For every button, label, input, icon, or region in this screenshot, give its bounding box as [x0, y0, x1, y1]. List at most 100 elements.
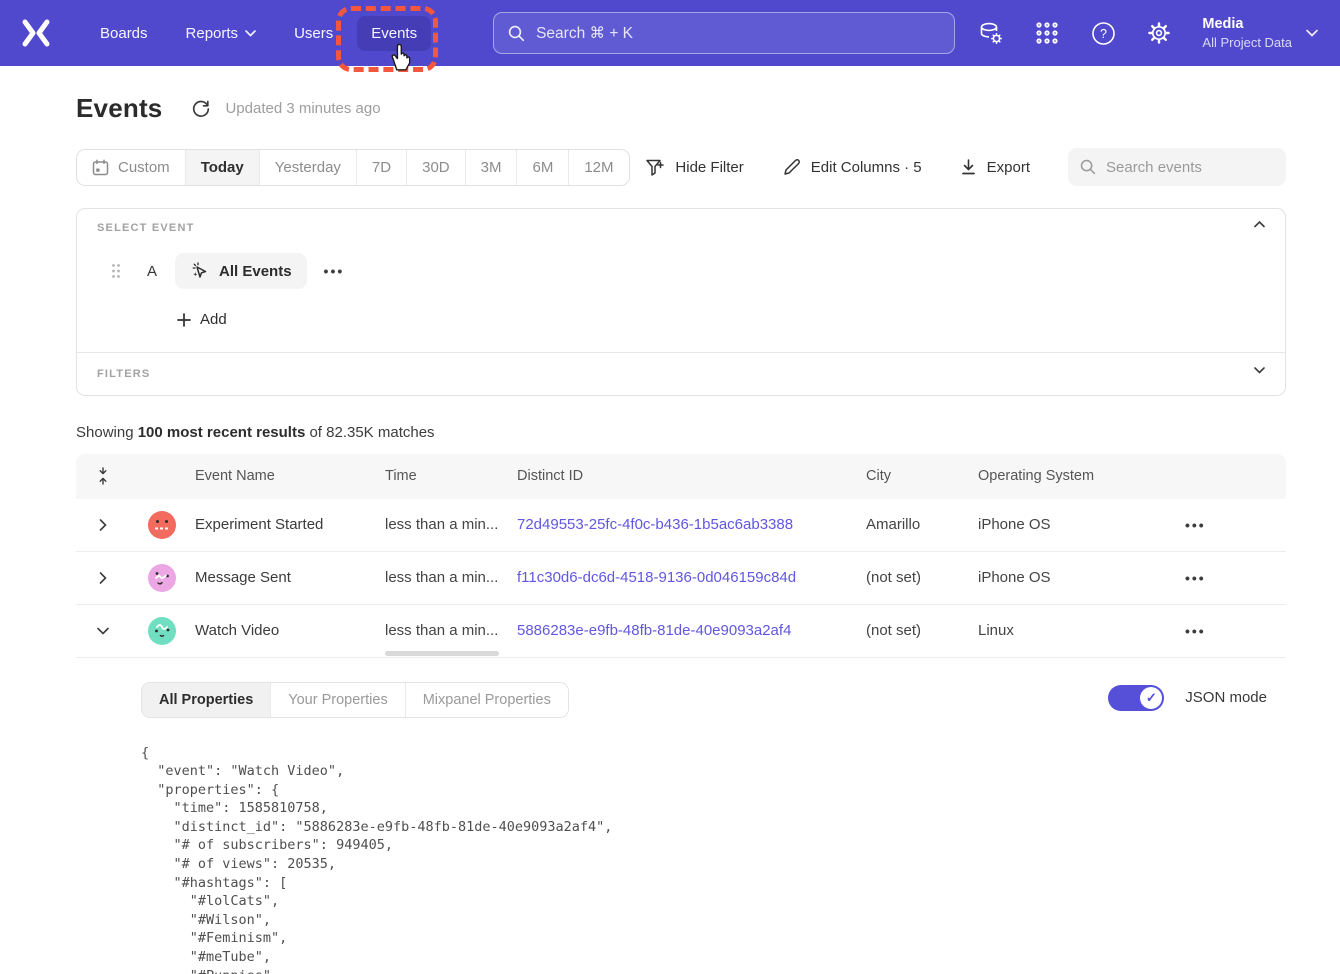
expand-filters-icon[interactable] — [1254, 367, 1265, 374]
collapse-row-icon[interactable] — [76, 627, 130, 635]
date-range-6m[interactable]: 6M — [517, 150, 569, 185]
cell-event-name: Watch Video — [180, 622, 385, 639]
query-builder-panel: SELECT EVENT A — [76, 208, 1286, 396]
date-range-custom-label: Custom — [118, 159, 170, 176]
date-range-6m-label: 6M — [532, 159, 553, 176]
nav-right-group: ? Media All Project Data — [978, 16, 1318, 50]
avatar-face-glyph — [148, 564, 176, 592]
date-range-yesterday[interactable]: Yesterday — [260, 150, 357, 185]
column-header-os[interactable]: Operating System — [978, 468, 1185, 484]
add-event-button[interactable]: Add — [177, 311, 227, 328]
nav-reports[interactable]: Reports — [172, 16, 271, 51]
column-header-distinct-id[interactable]: Distinct ID — [517, 468, 866, 484]
help-icon[interactable]: ? — [1090, 20, 1116, 46]
table-toolbar: Hide Filter Edit Columns · 5 Export — [645, 148, 1286, 186]
edit-columns-label: Edit Columns · 5 — [811, 159, 922, 176]
hide-filter-label: Hide Filter — [675, 159, 743, 176]
global-search-input[interactable]: Search ⌘ + K — [493, 12, 955, 54]
event-pill-label: All Events — [219, 263, 292, 280]
table-row[interactable]: Message Sent less than a min... f11c30d6… — [76, 552, 1286, 605]
page-header: Events Updated 3 minutes ago — [76, 93, 1286, 124]
cell-os: iPhone OS — [978, 516, 1185, 533]
date-range-custom[interactable]: Custom — [77, 150, 186, 185]
collapse-all-icon[interactable] — [76, 467, 130, 485]
search-events-input[interactable]: Search events — [1068, 148, 1286, 186]
cell-city: (not set) — [866, 569, 978, 586]
cell-distinct-id[interactable]: 5886283e-e9fb-48fb-81de-40e9093a2af4 — [517, 622, 866, 639]
export-button[interactable]: Export — [960, 158, 1030, 176]
project-switcher[interactable]: Media All Project Data — [1202, 16, 1318, 50]
horizontal-scrollbar[interactable] — [385, 651, 499, 656]
date-range-30d-label: 30D — [422, 159, 450, 176]
tab-your-properties[interactable]: Your Properties — [271, 683, 405, 717]
nav-events-label: Events — [371, 25, 417, 42]
nav-boards-label: Boards — [100, 25, 148, 42]
main-content: Events Updated 3 minutes ago Custom — [0, 93, 1340, 974]
json-mode-control: ✓ JSON mode — [1108, 685, 1267, 711]
column-header-city[interactable]: City — [866, 468, 978, 484]
json-mode-toggle[interactable]: ✓ — [1108, 685, 1164, 711]
controls-row: Custom Today Yesterday 7D 30D 3M 6M 12M … — [76, 148, 1286, 186]
settings-gear-icon[interactable] — [1146, 20, 1172, 46]
nav-events[interactable]: Events — [357, 16, 431, 51]
row-more-icon[interactable]: ••• — [1185, 570, 1286, 586]
row-more-icon[interactable]: ••• — [1185, 623, 1286, 639]
date-range-30d[interactable]: 30D — [407, 150, 466, 185]
project-name: Media — [1202, 16, 1292, 32]
summary-prefix: Showing — [76, 424, 138, 441]
row-more-icon[interactable]: ••• — [1185, 517, 1286, 533]
filter-plus-icon — [645, 158, 665, 177]
expand-row-icon[interactable] — [76, 519, 130, 531]
cell-time: less than a min... — [385, 622, 517, 639]
select-event-label: SELECT EVENT — [97, 222, 1265, 234]
cell-event-name: Message Sent — [180, 569, 385, 586]
gear-glyph — [1146, 20, 1172, 46]
date-range-today[interactable]: Today — [186, 150, 260, 185]
results-summary: Showing 100 most recent results of 82.35… — [76, 424, 1286, 441]
table-row-expanded[interactable]: Watch Video less than a min... 5886283e-… — [76, 605, 1286, 658]
filters-label: FILTERS — [97, 368, 1265, 380]
nav-users-label: Users — [294, 25, 333, 42]
date-range-7d[interactable]: 7D — [357, 150, 407, 185]
hide-filter-button[interactable]: Hide Filter — [645, 158, 743, 177]
event-json-viewer: { "event": "Watch Video", "properties": … — [141, 744, 1286, 974]
top-navbar: Boards Reports Users Events Search ⌘ + K — [0, 0, 1340, 66]
date-range-12m[interactable]: 12M — [569, 150, 628, 185]
date-range-today-label: Today — [201, 159, 244, 176]
date-range-7d-label: 7D — [372, 159, 391, 176]
properties-tabs: All Properties Your Properties Mixpanel … — [141, 682, 569, 718]
drag-handle-icon[interactable] — [109, 263, 123, 279]
filters-section[interactable]: FILTERS — [77, 352, 1285, 395]
toggle-check-icon: ✓ — [1140, 687, 1162, 709]
search-events-placeholder: Search events — [1106, 159, 1202, 176]
tab-all-properties[interactable]: All Properties — [142, 683, 271, 717]
refresh-glyph — [191, 99, 211, 119]
event-row-letter: A — [147, 263, 157, 280]
mixpanel-logo[interactable] — [18, 16, 54, 50]
event-selector-pill[interactable]: All Events — [175, 253, 307, 289]
event-row-more-icon[interactable]: ••• — [324, 263, 345, 279]
expand-row-icon[interactable] — [76, 572, 130, 584]
nav-users[interactable]: Users — [280, 16, 347, 51]
plus-icon — [177, 313, 191, 327]
data-management-icon[interactable] — [978, 20, 1004, 46]
refresh-icon[interactable] — [191, 98, 213, 120]
page-title: Events — [76, 93, 162, 124]
date-range-3m[interactable]: 3M — [466, 150, 518, 185]
table-row[interactable]: Experiment Started less than a min... 72… — [76, 499, 1286, 552]
apps-grid-icon[interactable] — [1034, 20, 1060, 46]
cell-distinct-id[interactable]: 72d49553-25fc-4f0c-b436-1b5ac6ab3388 — [517, 516, 866, 533]
edit-columns-button[interactable]: Edit Columns · 5 — [782, 158, 922, 177]
column-header-time[interactable]: Time — [385, 468, 517, 484]
column-header-event-name[interactable]: Event Name — [180, 468, 385, 484]
tab-mixpanel-properties[interactable]: Mixpanel Properties — [406, 683, 568, 717]
cell-distinct-id[interactable]: f11c30d6-dc6d-4518-9136-0d046159c84d — [517, 569, 866, 586]
collapse-section-icon[interactable] — [1254, 221, 1265, 228]
cell-city: (not set) — [866, 622, 978, 639]
help-circle-glyph: ? — [1091, 21, 1116, 46]
nav-reports-label: Reports — [186, 25, 239, 42]
nav-boards[interactable]: Boards — [86, 16, 162, 51]
export-label: Export — [987, 159, 1030, 176]
date-range-3m-label: 3M — [481, 159, 502, 176]
pencil-icon — [782, 158, 801, 177]
